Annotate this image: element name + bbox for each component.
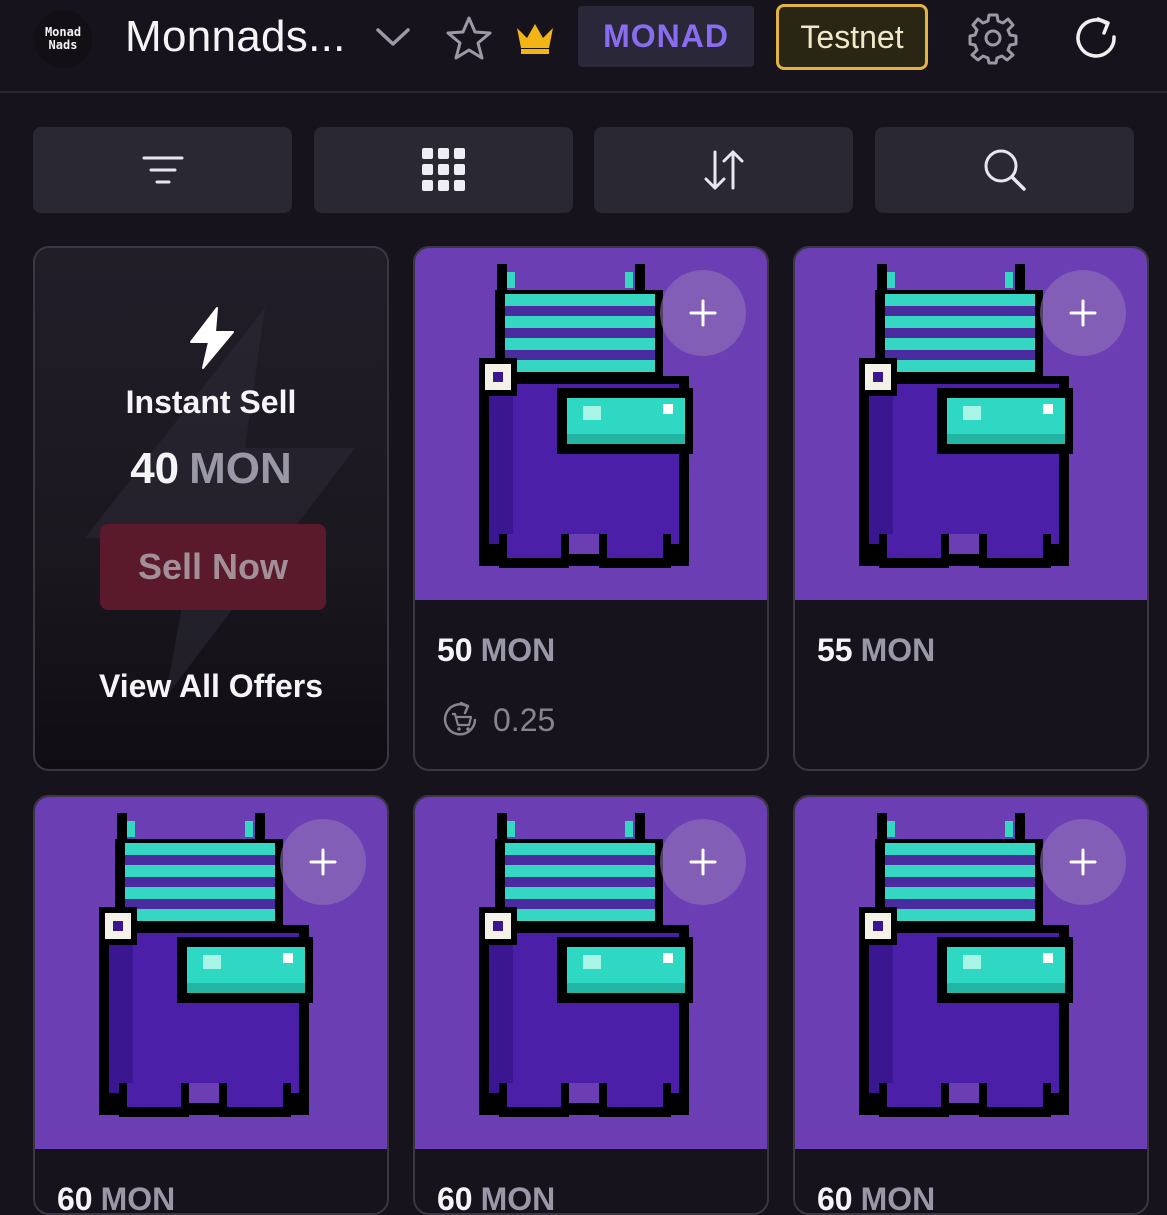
nft-price: 60 MON [817, 1181, 936, 1215]
instant-sell-card: Instant Sell 40 MON Sell Now View All Off… [33, 246, 389, 771]
star-icon[interactable] [445, 15, 493, 61]
sort-button[interactable] [594, 127, 853, 213]
price-unit: MON [100, 1181, 176, 1215]
instant-sell-amount: 40 MON [35, 444, 387, 494]
price-value: 50 [437, 632, 473, 668]
nft-image[interactable] [35, 797, 387, 1149]
instant-sell-unit: MON [189, 444, 292, 493]
gear-icon[interactable] [966, 11, 1020, 65]
sell-now-button[interactable]: Sell Now [100, 524, 326, 610]
price-unit: MON [860, 1181, 936, 1215]
lightning-icon [190, 307, 234, 369]
filter-button[interactable] [33, 127, 292, 213]
instant-sell-value: 40 [130, 444, 180, 493]
search-button[interactable] [875, 127, 1134, 213]
nft-image[interactable] [415, 248, 767, 600]
price-unit: MON [480, 632, 556, 668]
price-value: 60 [57, 1181, 93, 1215]
nft-card[interactable]: 50 MON 0.25 [413, 246, 769, 771]
plus-icon [309, 848, 337, 876]
plus-icon [1069, 848, 1097, 876]
royalty-info: 0.25 [441, 700, 555, 740]
collection-logo[interactable]: Monad Nads [34, 10, 92, 68]
nft-price: 60 MON [57, 1181, 176, 1215]
price-unit: MON [860, 632, 936, 668]
price-value: 55 [817, 632, 853, 668]
add-to-cart-button[interactable] [1040, 819, 1126, 905]
add-to-cart-button[interactable] [1040, 270, 1126, 356]
cart-refresh-icon [443, 701, 477, 736]
chevron-down-icon[interactable] [374, 22, 412, 52]
network-badge[interactable]: Testnet [776, 4, 928, 70]
nft-image[interactable] [415, 797, 767, 1149]
search-icon [984, 149, 1026, 191]
chain-badge[interactable]: MONAD [578, 6, 754, 67]
crown-icon [517, 24, 553, 54]
filter-icon [142, 156, 183, 184]
nft-card[interactable]: 60 MON [793, 795, 1149, 1215]
logo-line-2: Nads [48, 38, 78, 52]
instant-sell-title: Instant Sell [125, 384, 297, 420]
price-value: 60 [437, 1181, 473, 1215]
grid-view-button[interactable] [314, 127, 573, 213]
nft-card[interactable]: 60 MON [413, 795, 769, 1215]
plus-icon [689, 848, 717, 876]
add-to-cart-button[interactable] [280, 819, 366, 905]
add-to-cart-button[interactable] [660, 270, 746, 356]
nft-card[interactable]: 60 MON [33, 795, 389, 1215]
collection-name[interactable]: Monnads... [125, 12, 346, 62]
nft-card[interactable]: 55 MON [793, 246, 1149, 771]
plus-icon [689, 299, 717, 327]
price-value: 60 [817, 1181, 853, 1215]
nft-price: 60 MON [437, 1181, 556, 1215]
grid-icon [421, 148, 465, 191]
nft-price: 55 MON [817, 632, 935, 669]
nft-price: 50 MON [437, 632, 555, 669]
nft-image[interactable] [795, 797, 1147, 1149]
nft-image[interactable] [795, 248, 1147, 600]
price-unit: MON [480, 1181, 556, 1215]
view-all-offers-link[interactable]: View All Offers [35, 668, 387, 705]
add-to-cart-button[interactable] [660, 819, 746, 905]
refresh-icon[interactable] [1072, 13, 1122, 63]
plus-icon [1069, 299, 1097, 327]
top-bar: Monad Nads Monnads... MONAD Testnet [0, 0, 1167, 93]
royalty-value: 0.25 [493, 701, 556, 738]
sort-icon [704, 150, 743, 190]
